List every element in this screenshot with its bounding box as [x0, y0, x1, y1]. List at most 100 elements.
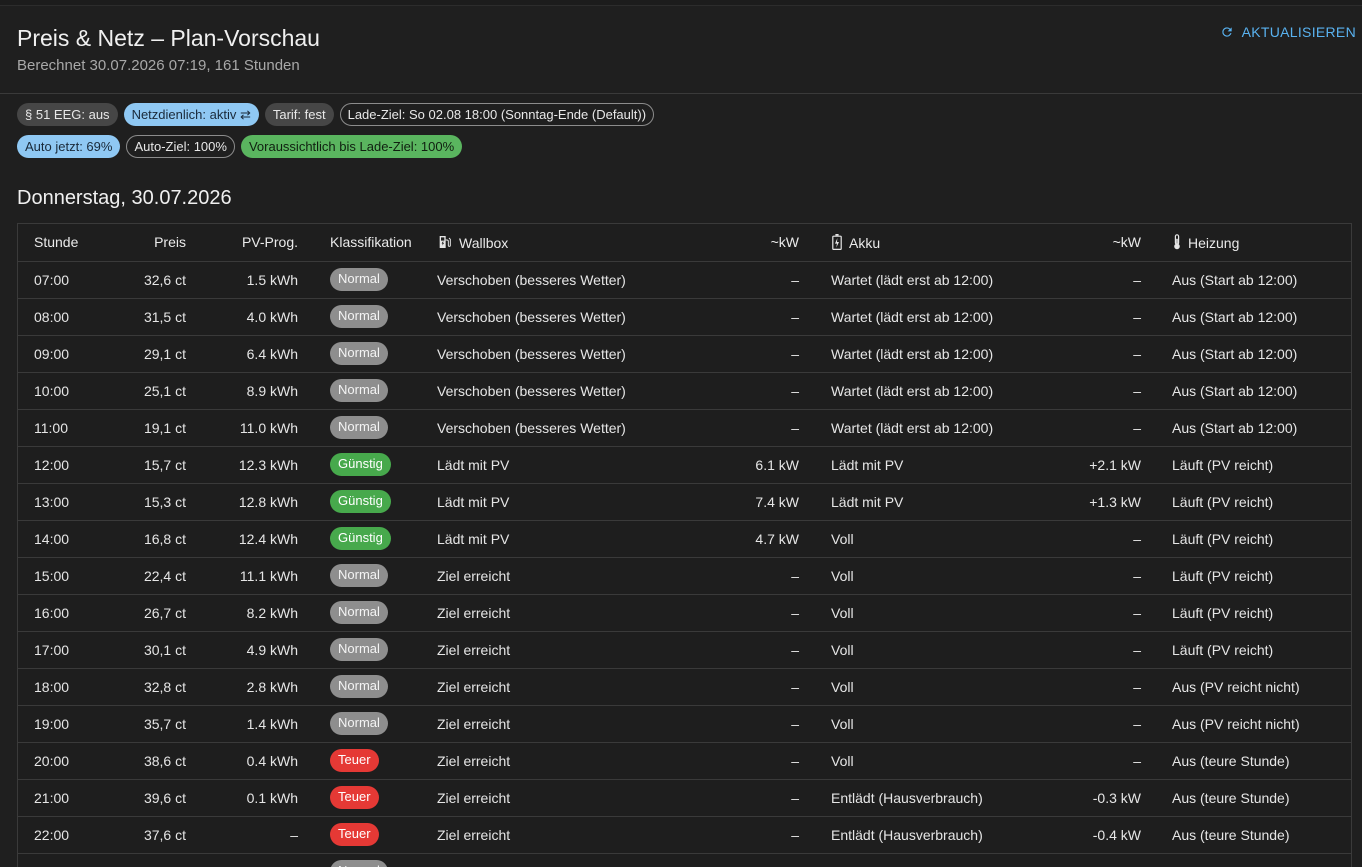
table-row: 19:00 35,7 ct 1.4 kWh Normal Ziel erreicht – V…: [18, 705, 1351, 743]
cell-heizung: Läuft (PV reicht): [1141, 483, 1351, 521]
header-akku-kw: ~kW: [1055, 224, 1141, 262]
cell-pv-prognose: 11.1 kWh: [186, 557, 298, 595]
classification-badge: Normal: [330, 268, 388, 291]
cell-akku-kw: +1.3 kW: [1055, 483, 1141, 521]
cell-wallbox: Ziel erreicht: [437, 705, 727, 743]
cell-stunde: 12:00: [18, 446, 108, 484]
cell-heizung: Läuft (PV reicht): [1141, 446, 1351, 484]
cell-klassifikation: Normal: [298, 409, 437, 447]
cell-akku-kw: –: [1055, 372, 1141, 410]
cell-akku-kw: –: [1055, 335, 1141, 373]
classification-badge: Normal: [330, 675, 388, 698]
cell-heizung: Aus (PV reicht nicht): [1141, 668, 1351, 706]
cell-akku: Voll: [799, 594, 1055, 632]
thermometer-icon: [1174, 233, 1180, 249]
plan-preview-card: Preis & Netz – Plan-Vorschau Berechnet 3…: [0, 5, 1362, 867]
cell-pv-prognose: –: [186, 816, 298, 854]
refresh-label: AKTUALISIEREN: [1241, 24, 1356, 40]
cell-akku: [799, 853, 1055, 867]
cell-klassifikation: Normal: [298, 261, 437, 299]
cell-heizung: Aus (teure Stunde): [1141, 779, 1351, 817]
cell-wallbox: Ziel erreicht: [437, 816, 727, 854]
cell-akku: Voll: [799, 705, 1055, 743]
cell-klassifikation: Normal: [298, 298, 437, 336]
table-row: 12:00 15,7 ct 12.3 kWh Günstig Lädt mit PV 6.…: [18, 446, 1351, 484]
cell-wallbox: Verschoben (besseres Wetter): [437, 335, 727, 373]
chip-voraussichtlich: Voraussichtlich bis Lade-Ziel: 100%: [240, 135, 463, 158]
cell-akku-kw: -0.4 kW: [1055, 816, 1141, 854]
cell-akku: Voll: [799, 631, 1055, 669]
cell-akku: Wartet (lädt erst ab 12:00): [799, 261, 1055, 299]
cell-akku: Voll: [799, 557, 1055, 595]
classification-badge: Normal: [330, 342, 388, 365]
cell-stunde: 21:00: [18, 779, 108, 817]
cell-klassifikation: Normal: [298, 705, 437, 743]
cell-akku: Wartet (lädt erst ab 12:00): [799, 372, 1055, 410]
cell-preis: 19,1 ct: [108, 409, 186, 447]
table-row: 18:00 32,8 ct 2.8 kWh Normal Ziel erreicht – V…: [18, 668, 1351, 706]
header-akku: Akku: [799, 224, 1055, 262]
header-preis: Preis: [108, 224, 186, 262]
cell-wallbox-kw: –: [727, 668, 799, 706]
cell-pv-prognose: 2.8 kWh: [186, 668, 298, 706]
cell-akku-kw: +2.1 kW: [1055, 446, 1141, 484]
cell-wallbox: Verschoben (besseres Wetter): [437, 409, 727, 447]
classification-badge: Teuer: [330, 823, 379, 846]
cell-stunde: 17:00: [18, 631, 108, 669]
cell-akku: Wartet (lädt erst ab 12:00): [799, 298, 1055, 336]
header-wallbox-kw: ~kW: [727, 224, 799, 262]
table-row: 21:00 39,6 ct 0.1 kWh Teuer Ziel erreicht – En…: [18, 779, 1351, 817]
cell-klassifikation: Günstig: [298, 446, 437, 484]
cell-preis: 25,1 ct: [108, 372, 186, 410]
cell-heizung: Läuft (PV reicht): [1141, 594, 1351, 632]
header-pv: PV-Prog.: [186, 224, 298, 262]
cell-heizung: Aus (Start ab 12:00): [1141, 335, 1351, 373]
cell-stunde: 14:00: [18, 520, 108, 558]
classification-badge: Normal: [330, 564, 388, 587]
cell-pv-prognose: 11.0 kWh: [186, 409, 298, 447]
cell-pv-prognose: 6.4 kWh: [186, 335, 298, 373]
table-row: 16:00 26,7 ct 8.2 kWh Normal Ziel erreicht – V…: [18, 594, 1351, 632]
cell-wallbox: Verschoben (besseres Wetter): [437, 261, 727, 299]
cell-wallbox-kw: 4.7 kW: [727, 520, 799, 558]
cell-akku: Wartet (lädt erst ab 12:00): [799, 335, 1055, 373]
cell-heizung: Aus (teure Stunde): [1141, 742, 1351, 780]
cell-wallbox-kw: –: [727, 594, 799, 632]
cell-heizung: Läuft (PV reicht): [1141, 631, 1351, 669]
cell-akku: Voll: [799, 520, 1055, 558]
plan-table-container: Stunde Preis PV-Prog. Klassifikation Wal…: [17, 223, 1352, 867]
cell-preis: 31,5 ct: [108, 298, 186, 336]
header-wallbox-label: Wallbox: [459, 234, 509, 251]
classification-badge: Normal: [330, 305, 388, 328]
cell-klassifikation: Normal: [298, 557, 437, 595]
cell-wallbox-kw: –: [727, 298, 799, 336]
cell-pv-prognose: 12.4 kWh: [186, 520, 298, 558]
cell-akku: Lädt mit PV: [799, 483, 1055, 521]
cell-stunde: 10:00: [18, 372, 108, 410]
classification-badge: Günstig: [330, 527, 391, 550]
cell-wallbox-kw: –: [727, 705, 799, 743]
cell-wallbox-kw: –: [727, 557, 799, 595]
cell-pv-prognose: 0.1 kWh: [186, 779, 298, 817]
cell-stunde: 13:00: [18, 483, 108, 521]
cell-akku-kw: –: [1055, 631, 1141, 669]
cell-wallbox: Ziel erreicht: [437, 594, 727, 632]
ev-charger-icon: [439, 235, 451, 248]
cell-heizung: Läuft (PV reicht): [1141, 557, 1351, 595]
table-row: 11:00 19,1 ct 11.0 kWh Normal Verschoben (be…: [18, 409, 1351, 447]
header-akku-label: Akku: [849, 234, 881, 251]
table-row: 08:00 31,5 ct 4.0 kWh Normal Verschoben (bes…: [18, 298, 1351, 336]
day-heading: Donnerstag, 30.07.2026: [17, 187, 232, 209]
cell-akku-kw: [1055, 853, 1141, 867]
cell-heizung: Aus (Start ab 12:00): [1141, 372, 1351, 410]
cell-preis: 15,3 ct: [108, 483, 186, 521]
plan-table: Stunde Preis PV-Prog. Klassifikation Wal…: [18, 224, 1351, 867]
refresh-button[interactable]: AKTUALISIEREN: [1220, 24, 1356, 40]
cell-pv-prognose: 4.0 kWh: [186, 298, 298, 336]
cell-preis: 16,8 ct: [108, 520, 186, 558]
cell-wallbox: Ziel erreicht: [437, 742, 727, 780]
cell-stunde: 22:00: [18, 816, 108, 854]
cell-akku-kw: –: [1055, 705, 1141, 743]
chip-auto-jetzt: Auto jetzt: 69%: [17, 135, 121, 158]
cell-stunde: 09:00: [18, 335, 108, 373]
